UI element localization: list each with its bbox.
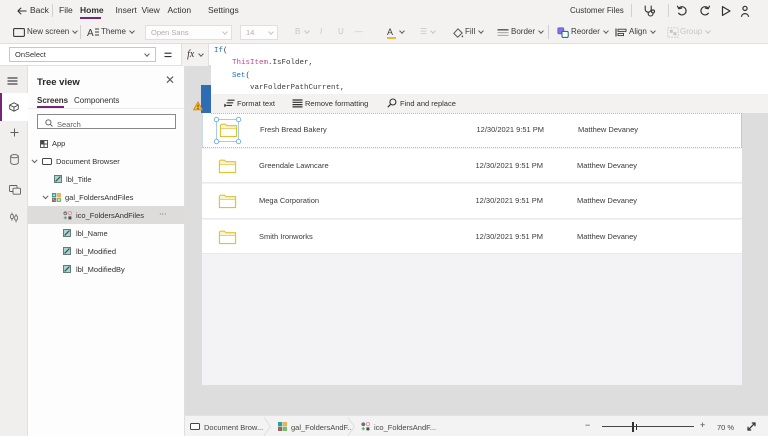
svg-text:A: A xyxy=(87,28,94,38)
